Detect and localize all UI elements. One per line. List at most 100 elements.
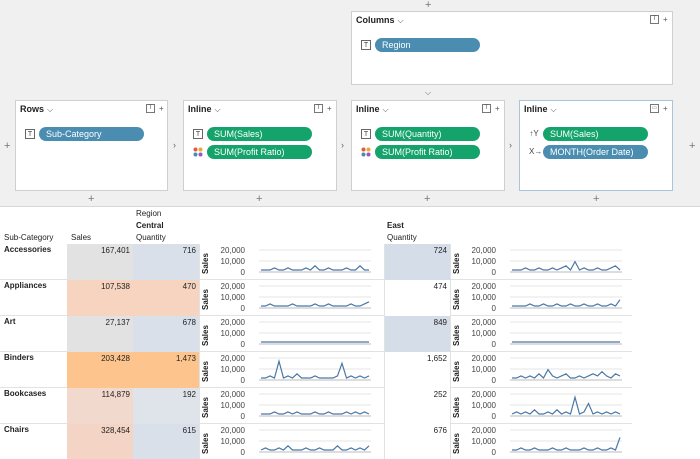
central-quantity-value: 192	[182, 390, 196, 399]
sum-profit-ratio-pill-2[interactable]: SUM(Profit Ratio)	[375, 145, 480, 159]
add-below-inline2-icon[interactable]: +	[424, 194, 430, 205]
rows-pill-row: T Sub-Category	[25, 127, 155, 141]
sales-value: 114,879	[101, 390, 130, 399]
chevron-right-icon[interactable]: ›	[341, 140, 344, 150]
central-sales-chart-sparkline[interactable]	[259, 285, 371, 311]
central-sales-chart-sparkline[interactable]	[259, 321, 371, 347]
subcategory-label[interactable]: Art	[4, 317, 16, 326]
chevron-right-icon[interactable]: ›	[173, 140, 176, 150]
columns-shelf-title[interactable]: Columns ⌵	[356, 15, 404, 26]
central-sales-chart-sparkline[interactable]	[259, 357, 371, 383]
chart-mark-icon[interactable]: ▭	[650, 104, 659, 113]
region-header: Region	[136, 209, 162, 218]
subcategory-label[interactable]: Accessories	[4, 245, 51, 254]
chevron-down-icon[interactable]: ⌵	[551, 105, 557, 114]
subcategory-pill[interactable]: Sub-Category	[39, 127, 144, 141]
add-icon[interactable]: +	[663, 104, 668, 113]
add-icon[interactable]: +	[663, 15, 668, 24]
east-sales-chart-tick: 10,000	[471, 437, 496, 446]
east-sales-chart-sparkline[interactable]	[510, 249, 622, 275]
chevron-down-icon[interactable]: ⌵	[47, 105, 53, 114]
column-separator	[450, 244, 451, 459]
subcategory-label[interactable]: Binders	[4, 353, 34, 362]
sum-sales-y-pill[interactable]: SUM(Sales)	[543, 127, 648, 141]
text-mark-icon[interactable]: T	[314, 104, 323, 113]
inline-3-pill-row-1: ↑Y SUM(Sales)	[529, 127, 659, 141]
central-sales-chart-sparkline[interactable]	[259, 249, 371, 275]
inline-shelf-1-title[interactable]: Inline ⌵	[188, 104, 221, 115]
central-sales-chart-sparkline[interactable]	[259, 429, 371, 455]
central-sales-chart-tick: 0	[240, 412, 245, 421]
east-sales-chart-tick: 20,000	[471, 246, 496, 255]
east-sales-chart-sparkline[interactable]	[510, 393, 622, 419]
east-sales-chart-sparkline[interactable]	[510, 285, 622, 311]
central-sales-chart-tick: 20,000	[220, 354, 245, 363]
east-sales-chart-sparkline[interactable]	[510, 321, 622, 347]
east-quantity-value: 474	[433, 282, 447, 291]
sum-sales-pill[interactable]: SUM(Sales)	[207, 127, 312, 141]
inline-2-pill-row-2: SUM(Profit Ratio)	[361, 145, 491, 159]
central-sales-chart-sparkline[interactable]	[259, 393, 371, 419]
central-sales-chart-line	[261, 264, 369, 271]
chevron-down-icon[interactable]: ⌵	[425, 88, 431, 98]
east-sales-chart-tick: 20,000	[471, 426, 496, 435]
rows-shelf-title[interactable]: Rows ⌵	[20, 104, 53, 115]
central-sales-chart-line	[260, 444, 370, 451]
east-sales-chart-tick: 0	[491, 376, 496, 385]
add-right-icon[interactable]: +	[689, 141, 695, 152]
region-pill[interactable]: Region	[375, 38, 480, 52]
chevron-down-icon[interactable]: ⌵	[383, 105, 389, 114]
subcategory-label[interactable]: Appliances	[4, 281, 47, 290]
subcategory-label[interactable]: Bookcases	[4, 389, 46, 398]
east-quantity-value: 676	[433, 426, 447, 435]
sales-value: 107,538	[101, 282, 130, 291]
add-icon[interactable]: +	[327, 104, 332, 113]
add-icon[interactable]: +	[495, 104, 500, 113]
central-sales-chart-tick: 0	[240, 376, 245, 385]
columns-shelf-header: Columns ⌵ T +	[352, 12, 672, 28]
inline-shelf-2: Inline ⌵ T + T SUM(Quantity) SUM(Profit R…	[351, 100, 505, 191]
chevron-right-icon[interactable]: ›	[509, 140, 512, 150]
inline-shelf-3-title[interactable]: Inline ⌵	[524, 104, 557, 115]
chevron-down-icon[interactable]: ⌵	[398, 16, 404, 25]
east-sales-chart-tick: 10,000	[471, 293, 496, 302]
subcategory-header: Sub-Category	[4, 233, 54, 242]
add-below-inline1-icon[interactable]: +	[256, 194, 262, 205]
central-sales-chart-line	[261, 358, 370, 379]
east-quantity-value: 1,652	[426, 354, 447, 363]
chevron-down-icon[interactable]: ⌵	[215, 105, 221, 114]
central-sales-chart-tick: 10,000	[220, 329, 245, 338]
central-quantity-value: 1,473	[175, 354, 196, 363]
east-sales-chart-tick: 0	[491, 304, 496, 313]
sales-value: 328,454	[101, 426, 130, 435]
sum-quantity-pill[interactable]: SUM(Quantity)	[375, 127, 480, 141]
add-icon[interactable]: +	[159, 104, 164, 113]
columns-shelf: Columns ⌵ T + T Region	[351, 11, 673, 85]
shelf-area: + Columns ⌵ T + T Region ⌵ Rows ⌵ T + T Su…	[0, 0, 700, 207]
add-below-inline3-icon[interactable]: +	[593, 194, 599, 205]
sales-value: 27,137	[105, 318, 130, 327]
central-sales-chart-tick: 0	[240, 448, 245, 457]
text-mark-icon[interactable]: T	[146, 104, 155, 113]
inline-2-pill-row-1: T SUM(Quantity)	[361, 127, 491, 141]
color-dots-icon	[361, 147, 371, 157]
east-sales-chart-tick: 10,000	[471, 401, 496, 410]
add-below-rows-icon[interactable]: +	[88, 194, 94, 205]
subcategory-label[interactable]: Chairs	[4, 425, 29, 434]
add-top-icon[interactable]: +	[425, 0, 431, 11]
text-mark-icon[interactable]: T	[482, 104, 491, 113]
text-mark-icon[interactable]: T	[650, 15, 659, 24]
east-sales-chart-sparkline[interactable]	[510, 429, 622, 455]
central-sales-chart-tick: 10,000	[220, 401, 245, 410]
central-sales-chart-tick: 20,000	[220, 318, 245, 327]
east-sales-chart-tick: 10,000	[471, 257, 496, 266]
east-sales-chart-line	[511, 394, 621, 415]
add-left-icon[interactable]: +	[4, 141, 10, 152]
inline-shelf-3: Inline ⌵ ▭ + ↑Y SUM(Sales) X→ MONTH(Order…	[519, 100, 673, 191]
central-sales-chart-line	[261, 411, 370, 415]
east-sales-chart-sparkline[interactable]	[510, 357, 622, 383]
month-order-date-pill[interactable]: MONTH(Order Date)	[543, 145, 648, 159]
sum-profit-ratio-pill[interactable]: SUM(Profit Ratio)	[207, 145, 312, 159]
east-quantity-value: 849	[433, 318, 447, 327]
inline-shelf-2-title[interactable]: Inline ⌵	[356, 104, 389, 115]
